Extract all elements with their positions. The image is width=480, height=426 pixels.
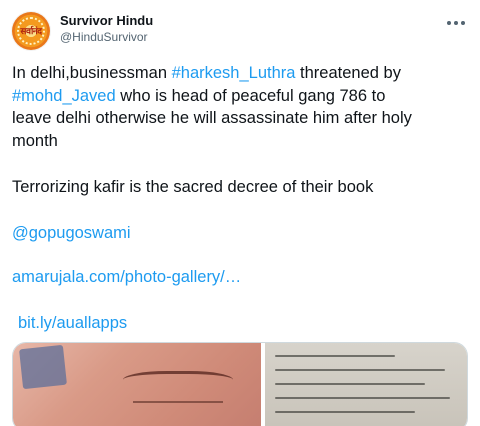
more-dots-icon: [447, 21, 451, 25]
author-handle[interactable]: @HinduSurvivor: [60, 30, 148, 44]
tweet-text-paragraph-1: In delhi,businessman #harkesh_Luthra thr…: [12, 62, 478, 152]
image-stamp-shape: [19, 344, 67, 390]
image-handwriting-line: [275, 369, 445, 371]
image-handwriting-shape: [133, 401, 223, 411]
tweet-text-segment: In delhi,businessman: [12, 64, 172, 82]
tweet-text-segment: threatened by: [295, 64, 401, 82]
external-link-amarujala[interactable]: amarujala.com/photo-gallery/…: [12, 266, 241, 288]
hashtag-link-javed[interactable]: #mohd_Javed: [12, 87, 116, 105]
more-options-button[interactable]: [442, 9, 470, 37]
external-link-text[interactable]: bit.ly/auallapps: [18, 314, 127, 332]
external-link-text[interactable]: amarujala.com/photo-gallery/…: [12, 268, 241, 286]
tweet-line-3: leave delhi otherwise he will assassinat…: [12, 109, 412, 127]
tweet-media-gallery[interactable]: [12, 342, 468, 426]
mention-link[interactable]: @gopugoswami: [12, 222, 131, 244]
tweet-line-2: #mohd_Javed who is head of peaceful gang…: [12, 85, 478, 108]
image-handwriting-line: [275, 411, 415, 413]
tweet-text-paragraph-2: Terrorizing kafir is the sacred decree o…: [12, 178, 374, 196]
author-display-name[interactable]: Survivor Hindu: [60, 13, 153, 28]
tweet-line-1: In delhi,businessman #harkesh_Luthra thr…: [12, 62, 478, 85]
image-handwriting-line: [275, 397, 450, 399]
tweet-line-4: month: [12, 131, 58, 150]
image-handwriting-line: [275, 355, 395, 357]
image-handwriting-shape: [123, 371, 233, 393]
avatar-logo-text: सर्वानंद: [20, 26, 42, 36]
tweet-text-segment: who is head of peaceful gang 786 to: [115, 86, 386, 105]
media-image-1[interactable]: [13, 343, 261, 426]
media-image-2[interactable]: [265, 343, 467, 426]
image-handwriting-line: [275, 383, 425, 385]
avatar[interactable]: सर्वानंद: [12, 12, 50, 50]
external-link-bitly[interactable]: bit.ly/auallapps: [18, 312, 127, 334]
tweet-card: सर्वानंद Survivor Hindu @HinduSurvivor I…: [0, 0, 480, 426]
hashtag-link-harkesh[interactable]: #harkesh_Luthra: [172, 64, 296, 82]
mention-link-text[interactable]: @gopugoswami: [12, 224, 131, 242]
